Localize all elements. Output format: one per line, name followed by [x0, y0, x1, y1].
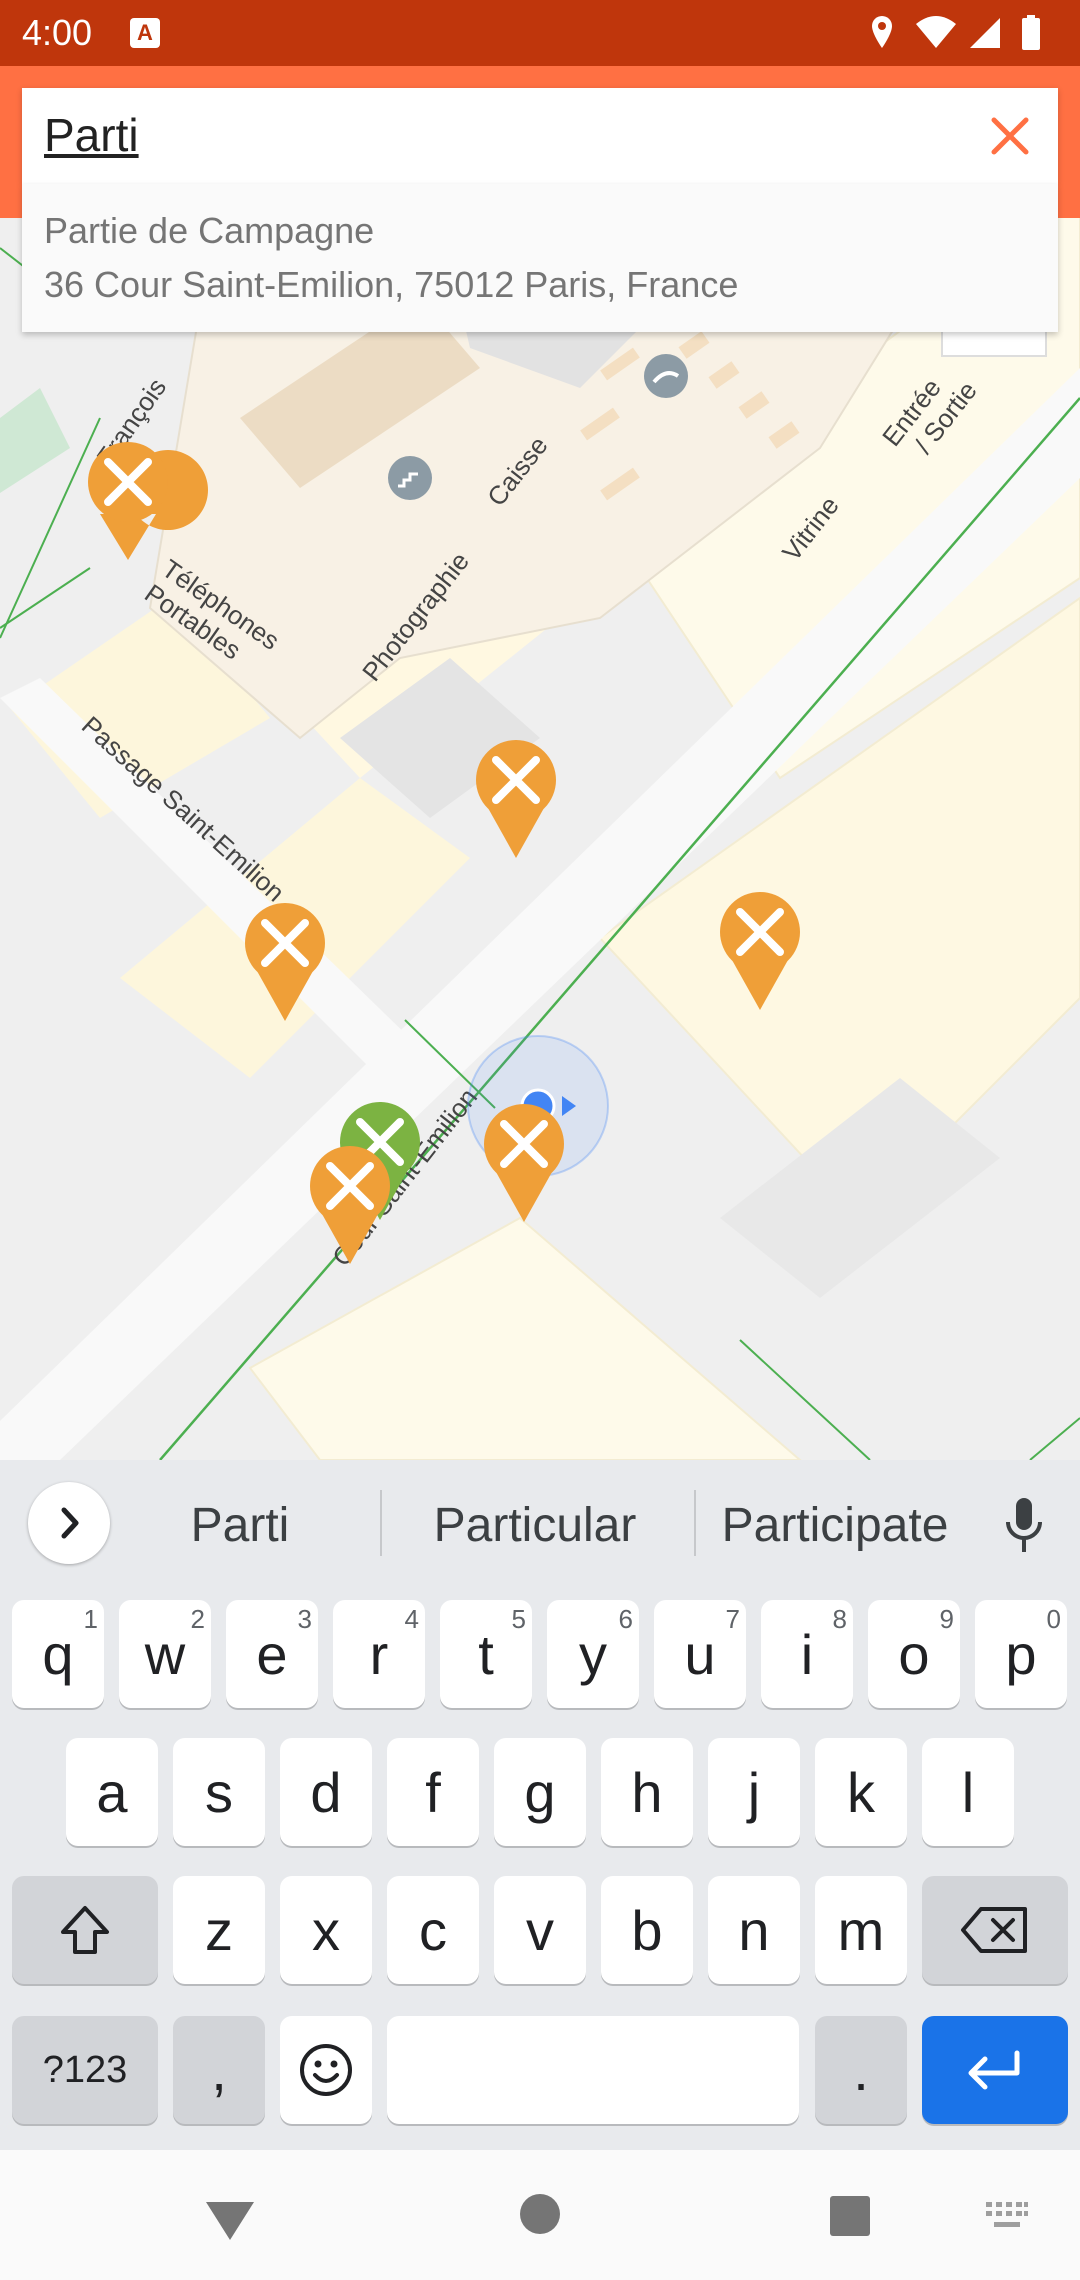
- escalator-icon: [644, 354, 688, 398]
- search-bar: Parti: [22, 88, 1058, 184]
- symbols-key[interactable]: ?123: [12, 2016, 158, 2124]
- restaurant-poi[interactable]: [476, 740, 556, 858]
- key-w[interactable]: w2: [119, 1600, 211, 1708]
- key-label: y: [579, 1622, 607, 1686]
- emoji-icon: [300, 2044, 352, 2096]
- key-j[interactable]: j: [708, 1738, 800, 1846]
- key-label: p: [1005, 1622, 1037, 1686]
- key-s[interactable]: s: [173, 1738, 265, 1846]
- backspace-icon: [961, 1907, 1027, 1953]
- suggestion-word-1[interactable]: Parti: [130, 1498, 350, 1553]
- status-time: 4:00: [22, 12, 93, 53]
- key-n[interactable]: n: [708, 1876, 800, 1984]
- period-key[interactable]: .: [815, 2016, 907, 2124]
- battery-icon: [1022, 18, 1040, 50]
- keyboard-switch-icon[interactable]: [984, 2200, 1030, 2234]
- enter-icon: [968, 2050, 1020, 2090]
- key-k[interactable]: k: [815, 1738, 907, 1846]
- key-hint: 7: [725, 1604, 740, 1634]
- key-label: u: [684, 1622, 716, 1686]
- restaurant-poi[interactable]: [484, 1104, 564, 1222]
- stairs-icon: [388, 456, 432, 500]
- key-d[interactable]: d: [280, 1738, 372, 1846]
- key-hint: 8: [832, 1604, 847, 1634]
- key-label: q: [42, 1622, 74, 1686]
- backspace-key[interactable]: [922, 1876, 1068, 1984]
- expand-suggestions-button[interactable]: [28, 1482, 110, 1564]
- key-c[interactable]: c: [387, 1876, 479, 1984]
- suggestion-word-2[interactable]: Particular: [410, 1498, 660, 1553]
- emoji-key[interactable]: [280, 2016, 372, 2124]
- key-label: i: [800, 1622, 814, 1686]
- key-o[interactable]: o9: [868, 1600, 960, 1708]
- comma-key[interactable]: ,: [173, 2016, 265, 2124]
- microphone-icon[interactable]: [1000, 1496, 1048, 1556]
- key-z[interactable]: z: [173, 1876, 265, 1984]
- key-hint: 6: [618, 1604, 633, 1634]
- search-input[interactable]: Parti: [44, 108, 139, 162]
- key-hint: 4: [404, 1604, 419, 1634]
- key-u[interactable]: u7: [654, 1600, 746, 1708]
- key-hint: 2: [190, 1604, 205, 1634]
- key-q[interactable]: q1: [12, 1600, 104, 1708]
- map-view[interactable]: François Téléphones Portables Photograph…: [0, 218, 1080, 1460]
- key-label: r: [369, 1622, 389, 1686]
- divider: [694, 1490, 696, 1556]
- enter-key[interactable]: [922, 2016, 1068, 2124]
- key-hint: 1: [83, 1604, 98, 1634]
- key-p[interactable]: p0: [975, 1600, 1067, 1708]
- close-icon[interactable]: [986, 112, 1034, 160]
- suggestion-name: Partie de Campagne: [44, 210, 375, 251]
- key-a[interactable]: a: [66, 1738, 158, 1846]
- key-g[interactable]: g: [494, 1738, 586, 1846]
- search-suggestion[interactable]: Partie de Campagne 36 Cour Saint-Emilion…: [22, 184, 1058, 332]
- location-icon: [872, 16, 892, 48]
- shift-key[interactable]: [12, 1876, 158, 1984]
- back-icon[interactable]: [200, 2194, 260, 2244]
- key-x[interactable]: x: [280, 1876, 372, 1984]
- key-l[interactable]: l: [922, 1738, 1014, 1846]
- key-label: w: [144, 1622, 186, 1686]
- key-v[interactable]: v: [494, 1876, 586, 1984]
- shift-icon: [61, 1906, 109, 1954]
- key-hint: 9: [939, 1604, 954, 1634]
- key-hint: 0: [1046, 1604, 1061, 1634]
- home-icon[interactable]: [516, 2190, 564, 2238]
- map-canvas[interactable]: François Téléphones Portables Photograph…: [0, 218, 1080, 1460]
- key-label: e: [256, 1622, 288, 1686]
- key-h[interactable]: h: [601, 1738, 693, 1846]
- keyboard-suggestion-bar: Parti Particular Participate: [0, 1460, 1080, 1586]
- status-icons: [872, 15, 1040, 50]
- restaurant-poi[interactable]: [310, 1146, 390, 1264]
- key-y[interactable]: y6: [547, 1600, 639, 1708]
- key-f[interactable]: f: [387, 1738, 479, 1846]
- key-b[interactable]: b: [601, 1876, 693, 1984]
- notification-icon: A: [130, 18, 160, 48]
- key-label: o: [898, 1622, 930, 1686]
- key-hint: 5: [511, 1604, 526, 1634]
- recents-icon[interactable]: [826, 2192, 874, 2240]
- status-bar: 4:00 A: [0, 0, 1080, 66]
- key-r[interactable]: r4: [333, 1600, 425, 1708]
- chevron-right-icon: [61, 1507, 79, 1539]
- key-t[interactable]: t5: [440, 1600, 532, 1708]
- keyboard: Parti Particular Participate q1 w2 e3 r4…: [0, 1460, 1080, 2150]
- key-m[interactable]: m: [815, 1876, 907, 1984]
- suggestion-address: 36 Cour Saint-Emilion, 75012 Paris, Fran…: [44, 264, 739, 305]
- key-i[interactable]: i8: [761, 1600, 853, 1708]
- key-label: t: [478, 1622, 494, 1686]
- space-key[interactable]: [387, 2016, 799, 2124]
- key-hint: 3: [297, 1604, 312, 1634]
- wifi-icon: [916, 16, 956, 48]
- suggestion-word-3[interactable]: Participate: [710, 1498, 960, 1553]
- signal-icon: [970, 18, 1000, 48]
- key-e[interactable]: e3: [226, 1600, 318, 1708]
- divider: [380, 1490, 382, 1556]
- navigation-bar: [0, 2150, 1080, 2280]
